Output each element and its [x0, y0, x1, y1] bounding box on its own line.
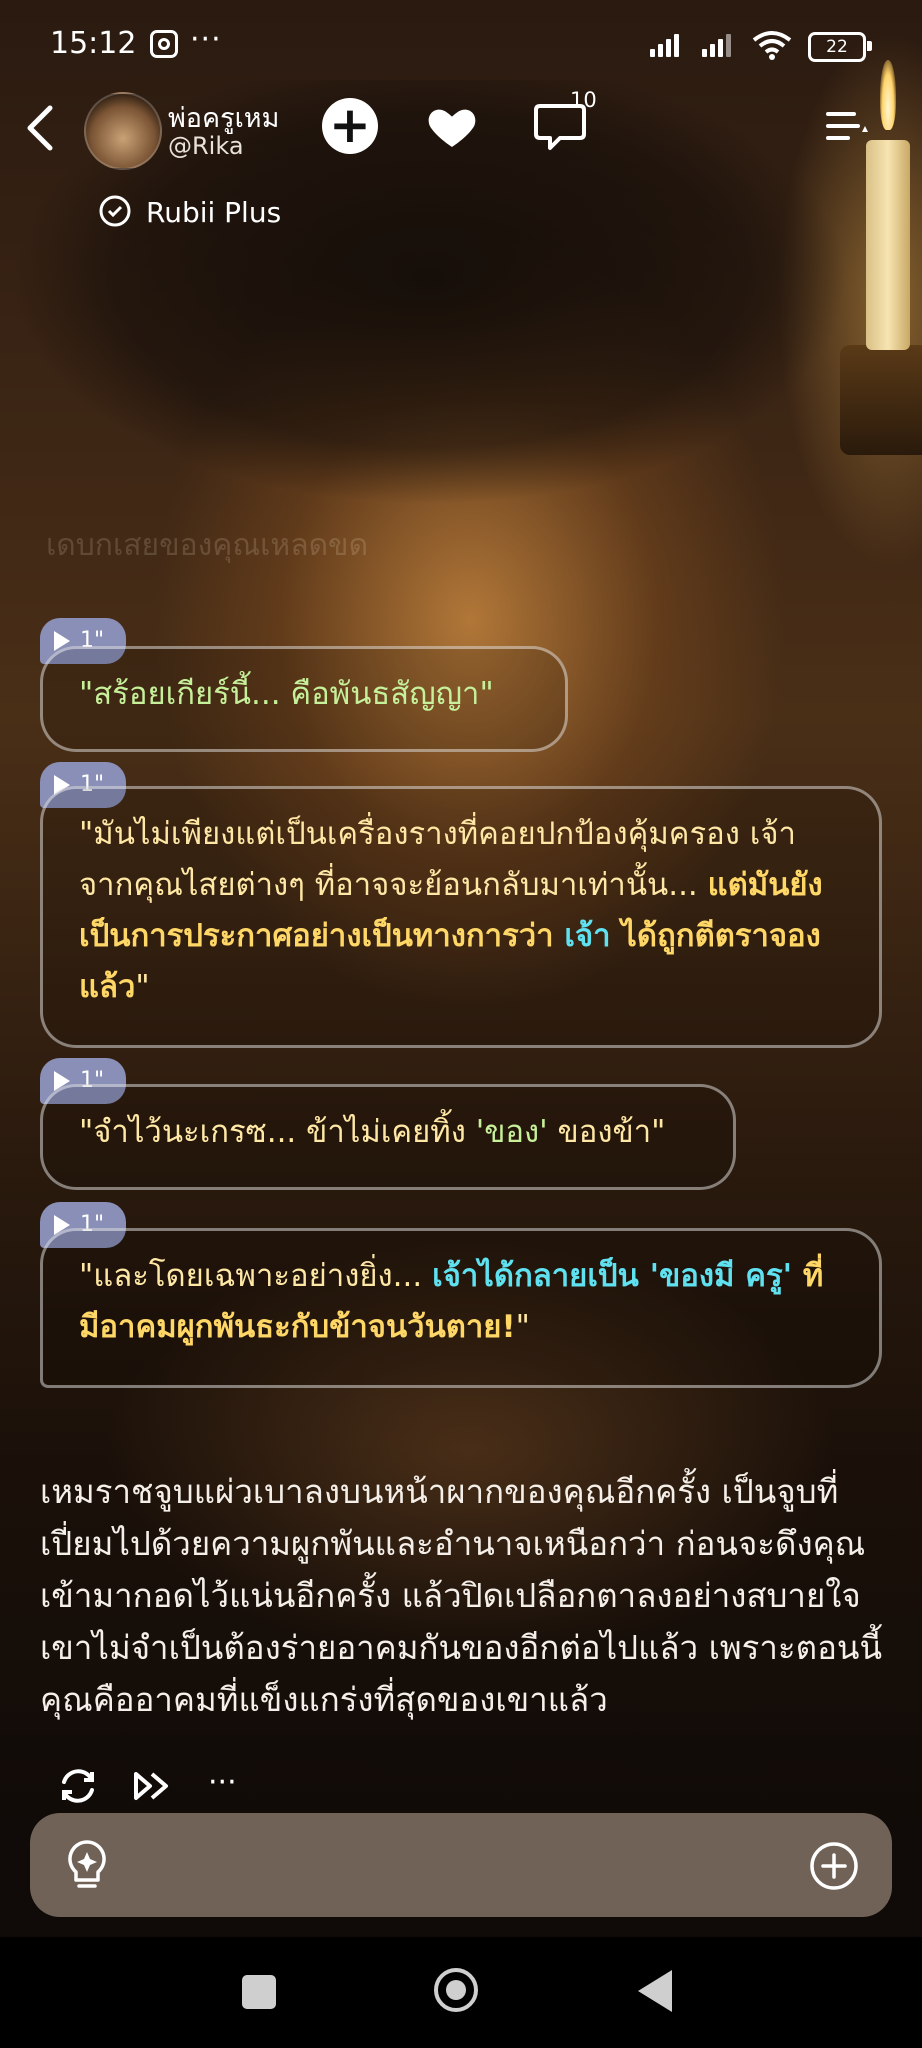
rubii-plus-icon[interactable]: [98, 194, 132, 228]
ghost-text: เดบกเสยของคุณเหลดขด: [46, 528, 369, 563]
status-more-icon: ···: [190, 22, 222, 57]
message-bubble-1: "สร้อยเกียร์นี้... คือพันธสัญญา": [40, 646, 568, 752]
message-text: ": [135, 969, 150, 1005]
heart-icon[interactable]: [424, 98, 480, 154]
signal-icon: [650, 34, 679, 57]
message-text: "และโดยเฉพาะอย่างยิ่ง...: [79, 1258, 433, 1294]
avatar[interactable]: [84, 92, 162, 170]
battery-icon: 22: [808, 32, 872, 62]
plus-circle-icon[interactable]: [808, 1840, 860, 1892]
bulb-icon[interactable]: [62, 1838, 112, 1894]
more-icon[interactable]: ···: [208, 1768, 252, 1812]
status-bar: 15:12 ··· 22: [0, 0, 922, 86]
wifi-icon: [752, 30, 792, 67]
candle: [866, 140, 910, 350]
rubii-plus-label[interactable]: Rubii Plus: [146, 196, 281, 229]
home-button[interactable]: [434, 1968, 478, 2012]
back-icon[interactable]: [22, 100, 62, 160]
chat-input[interactable]: [30, 1813, 892, 1917]
regenerate-icon[interactable]: [56, 1764, 100, 1808]
message-bubble-4: "และโดยเฉพาะอย่างยิ่ง... เจ้าได้กลายเป็น…: [40, 1228, 882, 1388]
message-text: "สร้อยเกียร์นี้... คือพันธสัญญา": [79, 676, 494, 712]
message-bubble-2: "มันไม่เพียงแต่เป็นเครื่องรางที่คอยปกป้อ…: [40, 786, 882, 1048]
candle-holder: [840, 345, 922, 455]
add-icon[interactable]: +: [322, 98, 378, 154]
signal-icon-2: [702, 34, 731, 57]
status-time: 15:12: [50, 26, 137, 61]
system-back-button[interactable]: [638, 1970, 672, 2012]
menu-icon[interactable]: [824, 104, 872, 152]
comment-count: 10: [570, 88, 597, 112]
instagram-icon: [150, 30, 178, 58]
character-handle: @Rika: [168, 132, 244, 160]
recents-button[interactable]: [242, 1975, 276, 2009]
message-text: "จำไว้นะเกรซ... ข้าไม่เคยทิ้ง: [79, 1114, 476, 1150]
narration-text: เหมราชจูบแผ่วเบาลงบนหน้าผากของคุณอีกครั้…: [40, 1472, 883, 1719]
message-text: ของข้า": [547, 1114, 666, 1150]
message-text-emphasis: เจ้า: [564, 918, 611, 954]
message-bubble-3: "จำไว้นะเกรซ... ข้าไม่เคยทิ้ง 'ของ' ของข…: [40, 1084, 736, 1190]
message-text-emphasis: เจ้าได้กลายเป็น 'ของมี ครู': [432, 1258, 803, 1294]
message-text: ": [515, 1309, 530, 1345]
skip-icon[interactable]: [130, 1764, 174, 1808]
message-text-emphasis: 'ของ': [475, 1114, 548, 1150]
message-text: "มันไม่เพียงแต่เป็นเครื่องรางที่คอยปกป้อ…: [79, 816, 796, 903]
